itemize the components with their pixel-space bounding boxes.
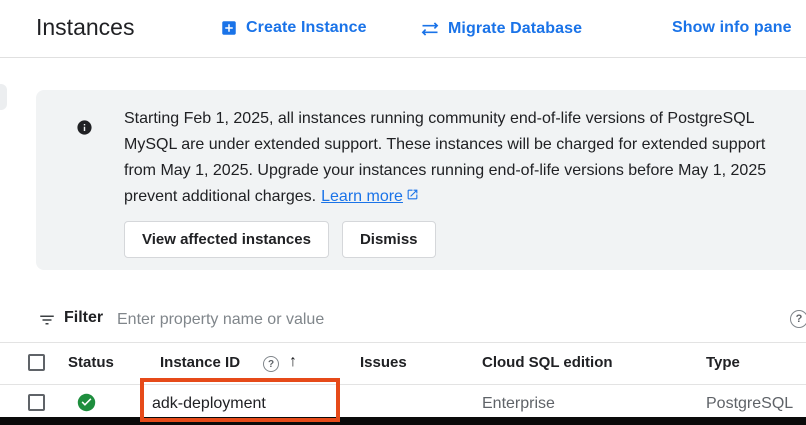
banner-line: MySQL are under extended support. These … — [124, 132, 766, 158]
filter-bar: Filter ? — [0, 298, 806, 342]
type-cell: PostgreSQL — [706, 395, 793, 413]
column-header-status[interactable]: Status — [68, 354, 114, 371]
help-icon[interactable]: ? — [790, 310, 806, 328]
cloud-sql-instances-page: Instances Create Instance Migrate Databa… — [0, 0, 806, 425]
learn-more-label: Learn more — [321, 184, 403, 210]
banner-message: Starting Feb 1, 2025, all instances runn… — [124, 106, 766, 210]
help-icon[interactable]: ? — [263, 356, 279, 372]
edition-cell: Enterprise — [482, 395, 555, 413]
migrate-database-button[interactable]: Migrate Database — [420, 19, 582, 39]
help-glyph: ? — [268, 359, 274, 370]
filter-input[interactable] — [117, 307, 717, 333]
banner-line: from May 1, 2025. Upgrade your instances… — [124, 158, 766, 184]
external-link-icon — [406, 184, 419, 210]
create-instance-label: Create Instance — [246, 19, 367, 37]
filter-label[interactable]: Filter — [64, 309, 103, 327]
table-header: Status Instance ID ? ↑ Issues Cloud SQL … — [0, 343, 806, 384]
dismiss-button[interactable]: Dismiss — [342, 221, 436, 258]
learn-more-link[interactable]: Learn more — [321, 184, 419, 210]
create-instance-button[interactable]: Create Instance — [220, 19, 367, 37]
select-all-checkbox[interactable] — [28, 354, 45, 371]
help-glyph: ? — [796, 313, 803, 325]
header-bar: Instances Create Instance Migrate Databa… — [0, 0, 806, 58]
bottom-bar — [0, 417, 806, 425]
info-icon — [76, 119, 93, 136]
row-checkbox[interactable] — [28, 394, 45, 411]
show-info-pane-label: Show info pane — [672, 19, 792, 37]
column-header-issues[interactable]: Issues — [360, 354, 407, 371]
banner-line: prevent additional charges. Learn more — [124, 184, 766, 210]
banner-actions: View affected instances Dismiss — [124, 221, 436, 258]
column-header-edition[interactable]: Cloud SQL edition — [482, 354, 613, 371]
left-edge-artifact — [0, 84, 7, 110]
add-instance-icon — [220, 19, 238, 37]
eol-support-banner: Starting Feb 1, 2025, all instances runn… — [36, 90, 806, 270]
sort-ascending-icon[interactable]: ↑ — [289, 353, 297, 371]
instance-id-link[interactable]: adk-deployment — [152, 395, 266, 413]
migrate-database-label: Migrate Database — [448, 20, 582, 38]
show-info-pane-button[interactable]: Show info pane — [672, 19, 792, 37]
banner-line: Starting Feb 1, 2025, all instances runn… — [124, 106, 766, 132]
migrate-arrows-icon — [420, 19, 440, 39]
filter-icon[interactable] — [38, 311, 56, 329]
column-header-instance-id[interactable]: Instance ID — [160, 354, 240, 371]
column-header-type[interactable]: Type — [706, 354, 740, 371]
view-affected-instances-button[interactable]: View affected instances — [124, 221, 329, 258]
status-ok-icon — [77, 393, 96, 412]
banner-line-text: prevent additional charges. — [124, 188, 316, 205]
page-title: Instances — [36, 14, 134, 41]
